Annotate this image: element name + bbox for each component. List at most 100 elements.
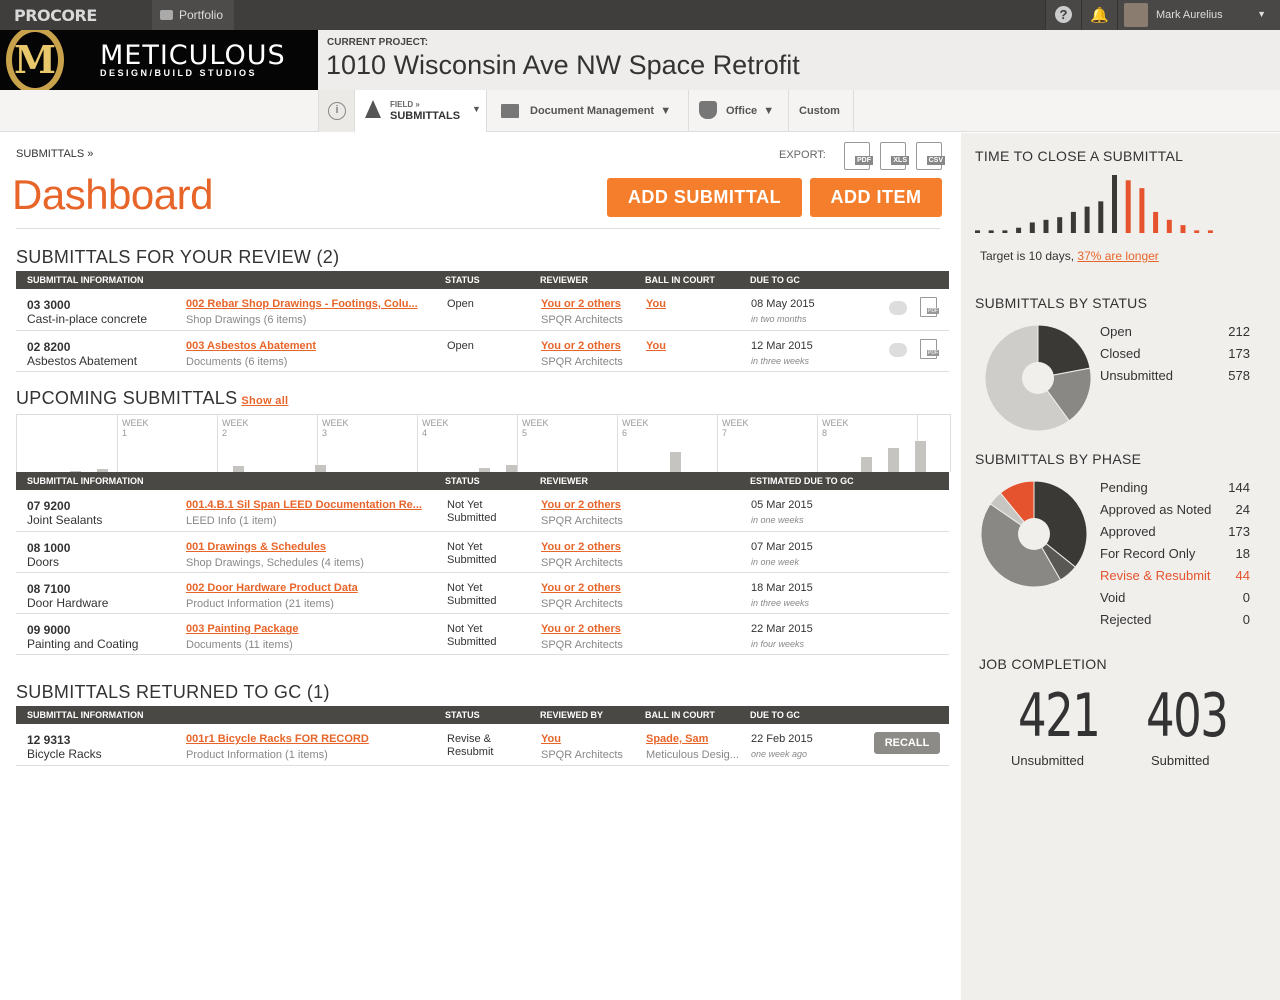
spec-code: 08 7100 <box>27 582 71 596</box>
reviewer-link[interactable]: You or 2 others <box>541 582 621 594</box>
due-relative: in one weeks <box>751 515 804 525</box>
submittal-link[interactable]: 001 Drawings & Schedules <box>186 541 436 553</box>
pdf-download-icon[interactable]: PDF <box>920 339 939 359</box>
notifications-button[interactable]: 🔔 <box>1081 0 1117 30</box>
export-xls-button[interactable]: XLS <box>880 142 909 170</box>
ttc-bar <box>1098 201 1104 233</box>
col-ball-in-court: BALL IN COURT <box>645 275 715 285</box>
reviewer-link[interactable]: You or 2 others <box>541 499 621 511</box>
week-column: WEEK 4 <box>417 415 449 473</box>
submittal-type: Shop Drawings (6 items) <box>186 314 307 326</box>
ttc-bar <box>1125 180 1131 233</box>
tab-submittals-label: SUBMITTALS <box>390 110 461 122</box>
legend-label: For Record Only <box>1100 546 1196 561</box>
breadcrumb[interactable]: SUBMITTALS » <box>16 148 93 160</box>
show-all-link[interactable]: Show all <box>241 395 288 407</box>
user-menu[interactable]: Mark Aurelius ▼ <box>1117 0 1280 30</box>
ttc-bar <box>1139 188 1145 233</box>
stats-sidebar: TIME TO CLOSE A SUBMITTAL Target is 10 d… <box>961 133 1280 1000</box>
submittal-link[interactable]: 001.4.B.1 Sil Span LEED Documentation Re… <box>186 499 436 511</box>
export-pdf-button[interactable]: PDF <box>844 142 873 170</box>
comment-icon[interactable] <box>889 301 907 315</box>
chevron-down-icon: ▼ <box>472 104 481 114</box>
legend-row[interactable]: Approved 173 <box>1100 524 1250 539</box>
due-date: 22 Feb 2015 <box>751 733 813 745</box>
week-label: WEEK 1 <box>122 418 149 438</box>
ball-in-court-link[interactable]: You <box>646 340 666 352</box>
tab-info[interactable]: i <box>318 90 354 132</box>
time-to-close-chart <box>975 175 1213 233</box>
submittal-link[interactable]: 003 Painting Package <box>186 623 436 635</box>
tab-document-management[interactable]: Document Management ▼ <box>486 90 688 132</box>
submittal-type: Documents (11 items) <box>186 639 293 651</box>
spec-code: 03 3000 <box>27 298 71 312</box>
tab-office-label: Office ▼ <box>726 105 775 117</box>
csv-icon: CSV <box>926 156 945 165</box>
reviewer-link[interactable]: You <box>541 733 561 745</box>
status-text: Not Yet Submitted <box>447 541 497 566</box>
phase-pie-chart <box>980 480 1088 588</box>
company-tagline: DESIGN/BUILD STUDIOS <box>100 68 258 78</box>
ttc-bar <box>988 230 994 233</box>
legend-row[interactable]: Unsubmitted 578 <box>1100 368 1250 383</box>
folder-icon <box>501 104 519 118</box>
legend-row[interactable]: Pending 144 <box>1100 480 1250 495</box>
project-name[interactable]: 1010 Wisconsin Ave NW Space Retrofit <box>326 50 800 81</box>
week-label: WEEK 6 <box>622 418 649 438</box>
pdf-download-icon[interactable]: PDF <box>920 297 939 317</box>
ttc-longer-link[interactable]: 37% are longer <box>1077 249 1158 263</box>
col-status: STATUS <box>445 476 480 486</box>
legend-row[interactable]: Open 212 <box>1100 324 1250 339</box>
table-row: 09 9000 Painting and Coating 003 Paintin… <box>16 614 949 655</box>
legend-row[interactable]: Closed 173 <box>1100 346 1250 361</box>
tab-office[interactable]: Office ▼ <box>688 90 788 132</box>
reviewer-link[interactable]: You or 2 others <box>541 298 621 310</box>
due-relative: in three weeks <box>751 598 810 608</box>
recall-button[interactable]: RECALL <box>874 732 940 754</box>
legend-row[interactable]: For Record Only 18 <box>1100 546 1250 561</box>
submittal-link[interactable]: 003 Asbestos Abatement <box>186 340 436 352</box>
tab-document-management-label: Document Management ▼ <box>530 105 672 117</box>
help-button[interactable]: ? <box>1045 0 1081 30</box>
procore-logo[interactable]: PROCORE <box>14 6 97 25</box>
due-date: 08 May 2015 <box>751 298 815 310</box>
export-csv-button[interactable]: CSV <box>916 142 945 170</box>
pie-hole <box>1018 518 1050 550</box>
tab-field-submittals[interactable]: FIELD » SUBMITTALS ▼ <box>354 90 486 133</box>
col-status: STATUS <box>445 275 480 285</box>
submittal-link[interactable]: 002 Rebar Shop Drawings - Footings, Colu… <box>186 298 436 310</box>
legend-label: Revise & Resubmit <box>1100 568 1211 583</box>
week-column: WEEK 8 <box>817 415 849 473</box>
ttc-bar <box>1002 230 1008 233</box>
tab-custom[interactable]: Custom <box>788 90 854 132</box>
add-item-button[interactable]: ADD ITEM <box>810 178 942 217</box>
status-text: Open <box>447 298 474 310</box>
company-logo[interactable]: M METICULOUS DESIGN/BUILD STUDIOS <box>0 30 318 90</box>
review-section-title: SUBMITTALS FOR YOUR REVIEW (2) <box>16 247 340 267</box>
submittal-link[interactable]: 002 Door Hardware Product Data <box>186 582 436 594</box>
legend-row[interactable]: Rejected 0 <box>1100 612 1250 627</box>
ball-in-court-link[interactable]: Spade, Sam <box>646 733 708 745</box>
submittal-link[interactable]: 001r1 Bicycle Racks FOR RECORD <box>186 733 436 745</box>
legend-row[interactable]: Revise & Resubmit 44 <box>1100 568 1250 583</box>
ball-in-court-link[interactable]: You <box>646 298 666 310</box>
legend-row[interactable]: Void 0 <box>1100 590 1250 605</box>
unsubmitted-label: Unsubmitted <box>1011 753 1084 768</box>
tab-field-label: FIELD » <box>390 100 420 109</box>
week-column: WEEK 7 <box>717 415 749 473</box>
col-reviewer: REVIEWER <box>540 275 589 285</box>
reviewer-link[interactable]: You or 2 others <box>541 623 621 635</box>
spec-description: Bicycle Racks <box>27 747 102 761</box>
submittal-type: Product Information (21 items) <box>186 598 334 610</box>
company-monogram: M <box>6 30 64 90</box>
reviewer-link[interactable]: You or 2 others <box>541 541 621 553</box>
reviewer-link[interactable]: You or 2 others <box>541 340 621 352</box>
spec-code: 02 8200 <box>27 340 71 354</box>
spec-description: Cast-in-place concrete <box>27 312 148 326</box>
legend-row[interactable]: Approved as Noted 24 <box>1100 502 1250 517</box>
add-submittal-button[interactable]: ADD SUBMITTAL <box>607 178 802 217</box>
ttc-bar <box>1070 211 1076 233</box>
portfolio-button[interactable]: Portfolio <box>152 0 234 30</box>
legend-label: Closed <box>1100 346 1141 361</box>
comment-icon[interactable] <box>889 343 907 357</box>
